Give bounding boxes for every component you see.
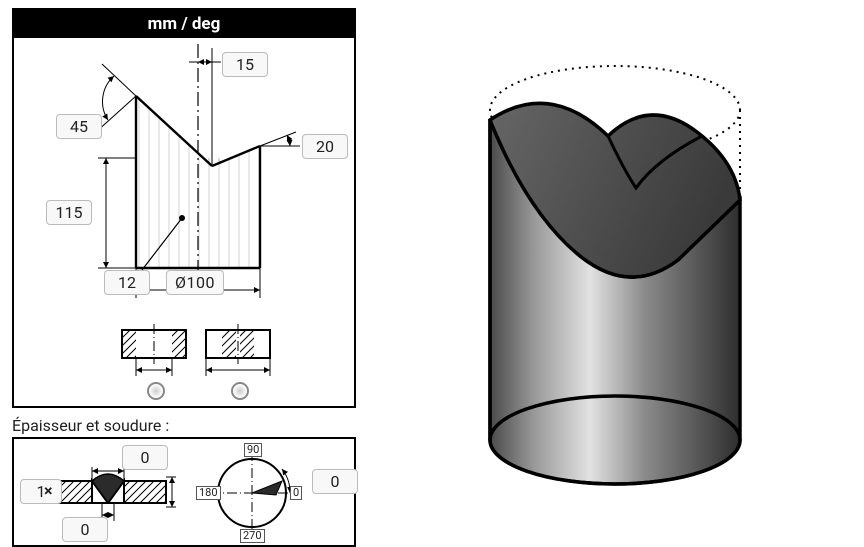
- angle-left-input[interactable]: 45: [56, 114, 102, 139]
- end-option-b-radio[interactable]: [231, 382, 249, 400]
- drawing-area: 45 20 15 115 12 Ø100: [14, 38, 354, 406]
- bevel-angle-input[interactable]: 0: [312, 469, 358, 494]
- thickness-weld-panel: 1 × 0 0 0 90 0 270 180: [12, 437, 356, 547]
- 3d-preview: [400, 40, 830, 510]
- root-gap-top-input[interactable]: 0: [122, 445, 168, 470]
- angle-right-input[interactable]: 20: [302, 134, 348, 159]
- apex-offset-input[interactable]: 15: [222, 52, 268, 77]
- drawing-panel: mm / deg: [12, 8, 356, 408]
- end-option-a-radio[interactable]: [147, 382, 165, 400]
- weld-thickness-input[interactable]: 1: [20, 479, 62, 504]
- wall-input[interactable]: 12: [104, 270, 150, 295]
- index-tick-w: 180: [196, 486, 221, 500]
- height-input[interactable]: 115: [46, 200, 92, 225]
- index-tick-s: 270: [240, 529, 265, 543]
- index-tick-e: 0: [290, 486, 302, 500]
- diameter-input[interactable]: Ø100: [166, 270, 224, 295]
- root-gap-bottom-input[interactable]: 0: [62, 517, 108, 542]
- multiply-icon: ×: [44, 481, 53, 500]
- thickness-weld-label: Épaisseur et soudure :: [12, 416, 356, 435]
- index-tick-n: 90: [244, 443, 262, 457]
- units-header: mm / deg: [14, 10, 354, 38]
- 3d-preview-svg: [400, 40, 830, 510]
